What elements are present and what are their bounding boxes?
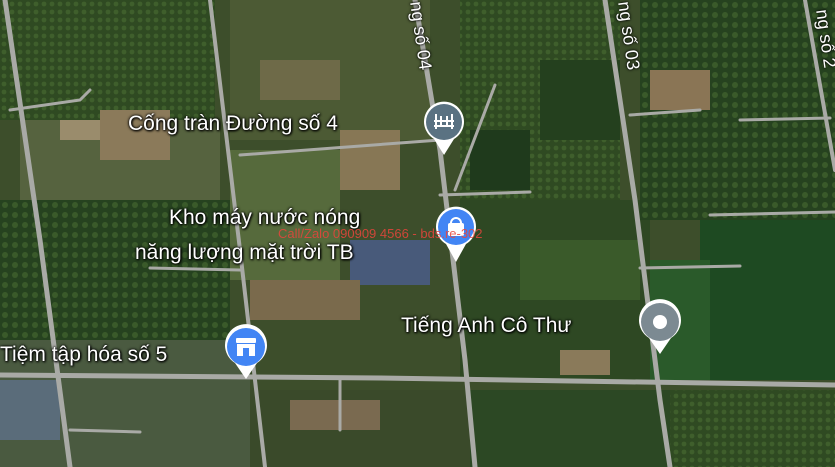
- place-icon: [653, 315, 667, 329]
- label-tieng-anh[interactable]: Tiếng Anh Cô Thư: [401, 313, 572, 339]
- pin-tieng-anh[interactable]: [636, 298, 684, 361]
- pin-tiem-tap-hoa[interactable]: [222, 323, 270, 386]
- label-kho-may-line2[interactable]: năng lượng mặt trời TB: [135, 240, 354, 266]
- store-icon: [236, 338, 256, 356]
- pin-cong-tran[interactable]: [421, 99, 467, 162]
- label-cong-tran[interactable]: Cống tràn Đường số 4: [128, 111, 338, 137]
- satellite-map[interactable]: ng số 04 ng số 03 ng số 2 Cống tràn Đườn…: [0, 0, 835, 467]
- watermark-text: Call/Zalo 090909 4566 - bds.re-302: [278, 226, 483, 241]
- label-tiem-tap-hoa[interactable]: Tiệm tập hóa số 5: [0, 342, 167, 368]
